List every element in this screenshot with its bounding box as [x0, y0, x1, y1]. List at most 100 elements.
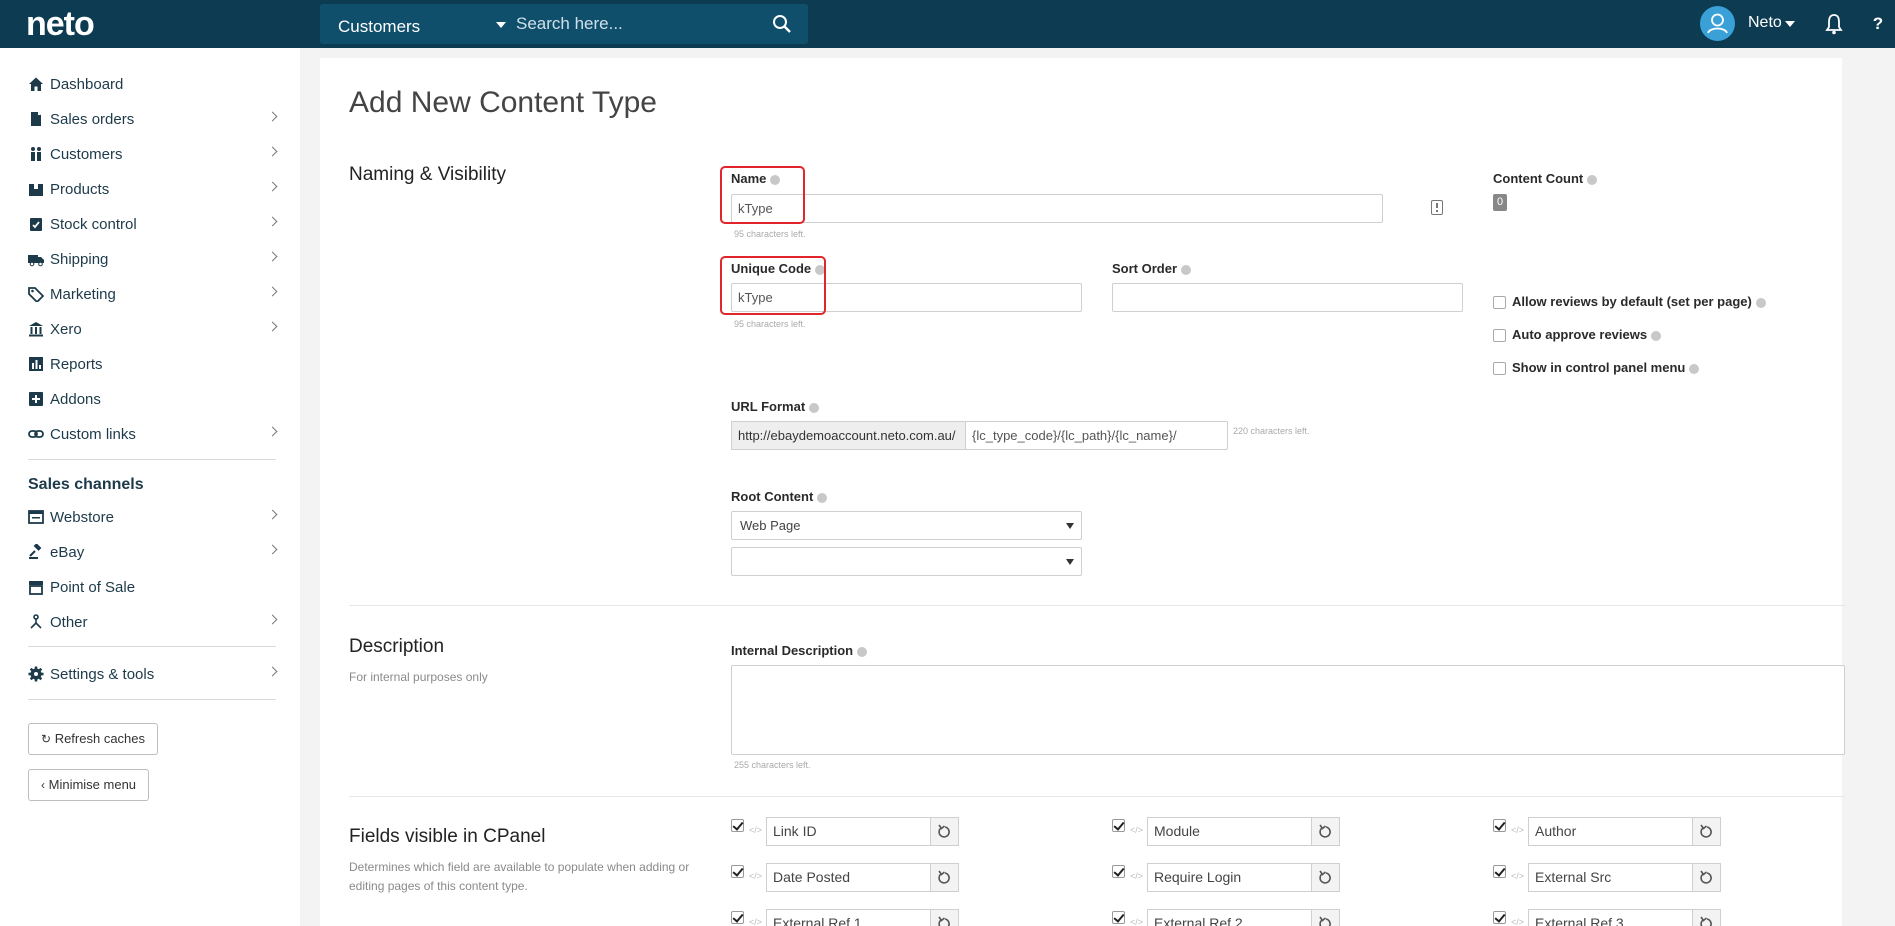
sidebar-item-label: Point of Sale: [50, 578, 136, 596]
info-icon[interactable]: [1651, 330, 1662, 341]
sidebar-item-customers[interactable]: Customers: [28, 140, 278, 168]
help-icon[interactable]: ?: [1868, 14, 1888, 34]
minimise-menu-button[interactable]: ‹ Minimise menu: [28, 769, 150, 801]
counter-icon[interactable]: [1431, 200, 1443, 215]
refresh-icon: ↻: [41, 732, 52, 746]
sort-order-input[interactable]: [1112, 283, 1463, 312]
search-icon[interactable]: [772, 14, 792, 34]
info-icon[interactable]: [1689, 363, 1700, 374]
user-menu[interactable]: Neto: [1748, 14, 1782, 32]
code-icon: </>: [1130, 871, 1144, 881]
field-name-input[interactable]: Require Login: [1147, 863, 1312, 892]
name-char-hint: 95 characters left.: [734, 229, 806, 239]
reset-icon[interactable]: [1312, 817, 1340, 846]
sidebar-item-point-of-sale[interactable]: Point of Sale: [28, 573, 276, 601]
sidebar-item-webstore[interactable]: Webstore: [28, 503, 278, 531]
root-content-sub-select[interactable]: [731, 547, 1082, 576]
code-icon: </>: [1511, 917, 1525, 926]
info-icon[interactable]: [817, 492, 828, 503]
info-icon[interactable]: [1755, 297, 1766, 308]
section-title-naming: Naming & Visibility: [349, 164, 506, 185]
sidebar-item-marketing[interactable]: Marketing: [28, 280, 278, 308]
sidebar-item-sales-orders[interactable]: Sales orders: [28, 105, 278, 133]
info-icon[interactable]: [857, 646, 868, 657]
sidebar-item-stock-control[interactable]: Stock control: [28, 210, 278, 238]
sidebar-item-products[interactable]: Products: [28, 175, 278, 203]
field-checkbox[interactable]: [1112, 865, 1125, 878]
search-input[interactable]: [516, 4, 756, 44]
info-icon[interactable]: [809, 402, 820, 413]
sidebar-item-label: Stock control: [50, 215, 137, 233]
caret-down-icon: [1066, 559, 1074, 565]
field-checkbox[interactable]: [1493, 819, 1506, 832]
url-format-label: URL Format: [731, 399, 820, 414]
fork-icon: [30, 614, 42, 629]
field-name-input[interactable]: External Ref 1: [766, 909, 931, 926]
sidebar-item-ebay[interactable]: eBay: [28, 538, 278, 566]
section-divider: [349, 605, 1845, 606]
field-name-input[interactable]: Link ID: [766, 817, 931, 846]
info-icon[interactable]: [1181, 264, 1192, 275]
code-icon: </>: [1511, 871, 1525, 881]
name-input[interactable]: [731, 194, 1383, 223]
reset-icon[interactable]: [931, 817, 959, 846]
sidebar-item-xero[interactable]: Xero: [28, 315, 278, 343]
code-icon: </>: [1130, 917, 1144, 926]
root-content-select[interactable]: Web Page: [731, 511, 1082, 540]
caret-down-icon[interactable]: [496, 22, 506, 28]
url-format-input[interactable]: [965, 421, 1228, 450]
main-panel: Add New Content Type Naming & Visibility…: [320, 58, 1845, 926]
user-icon: [1707, 13, 1728, 34]
search-scope-select[interactable]: Customers: [338, 4, 420, 44]
allow-reviews-checkbox[interactable]: [1493, 296, 1506, 309]
sidebar-item-dashboard[interactable]: Dashboard: [28, 70, 276, 98]
bar-chart-icon: [29, 357, 43, 371]
sidebar-item-settings-tools[interactable]: Settings & tools: [28, 660, 278, 688]
info-icon[interactable]: [1587, 174, 1598, 185]
avatar[interactable]: [1700, 6, 1735, 41]
reset-icon[interactable]: [1693, 909, 1721, 926]
url-prefix: http://ebaydemoaccount.neto.com.au/: [731, 421, 966, 450]
field-name-input[interactable]: External Src: [1528, 863, 1693, 892]
reset-icon[interactable]: [1693, 863, 1721, 892]
refresh-caches-button[interactable]: ↻ Refresh caches: [28, 723, 159, 755]
store-icon: [29, 581, 43, 595]
field-name-input[interactable]: Author: [1528, 817, 1693, 846]
field-checkbox[interactable]: [1493, 865, 1506, 878]
reset-icon[interactable]: [1693, 817, 1721, 846]
sidebar-item-shipping[interactable]: Shipping: [28, 245, 278, 273]
document-icon: [31, 112, 41, 126]
neto-logo[interactable]: neto: [26, 4, 95, 44]
auto-approve-checkbox[interactable]: [1493, 329, 1506, 342]
reset-icon[interactable]: [1312, 863, 1340, 892]
reset-icon[interactable]: [931, 863, 959, 892]
field-checkbox[interactable]: [731, 865, 744, 878]
reset-icon[interactable]: [1312, 909, 1340, 926]
section-subtitle-fields: Determines which field are available to …: [349, 860, 690, 893]
sidebar-item-label: Xero: [50, 320, 82, 338]
field-checkbox[interactable]: [731, 819, 744, 832]
field-name-input[interactable]: Module: [1147, 817, 1312, 846]
sidebar-item-reports[interactable]: Reports: [28, 350, 276, 378]
sidebar-item-other[interactable]: Other: [28, 608, 278, 636]
field-checkbox[interactable]: [1493, 911, 1506, 924]
field-name-input[interactable]: External Ref 2: [1147, 909, 1312, 926]
unique-code-highlight-box: [720, 256, 826, 315]
field-checkbox[interactable]: [1112, 819, 1125, 832]
field-name-input[interactable]: Date Posted: [766, 863, 931, 892]
internal-description-textarea[interactable]: [731, 665, 1845, 755]
field-name-input[interactable]: External Ref 3: [1528, 909, 1693, 926]
sidebar-item-addons[interactable]: Addons: [28, 385, 276, 413]
chevron-right-icon: [267, 666, 278, 677]
show-in-menu-checkbox[interactable]: [1493, 362, 1506, 375]
caret-down-icon[interactable]: [1785, 21, 1795, 27]
global-search: Customers: [320, 4, 808, 44]
sidebar-item-custom-links[interactable]: Custom links: [28, 420, 278, 448]
field-checkbox[interactable]: [731, 911, 744, 924]
field-checkbox[interactable]: [1112, 911, 1125, 924]
chevron-right-icon: [267, 286, 278, 297]
bell-icon[interactable]: [1824, 13, 1844, 35]
sidebar-divider: [28, 646, 276, 647]
chevron-right-icon: [267, 614, 278, 625]
reset-icon[interactable]: [931, 909, 959, 926]
